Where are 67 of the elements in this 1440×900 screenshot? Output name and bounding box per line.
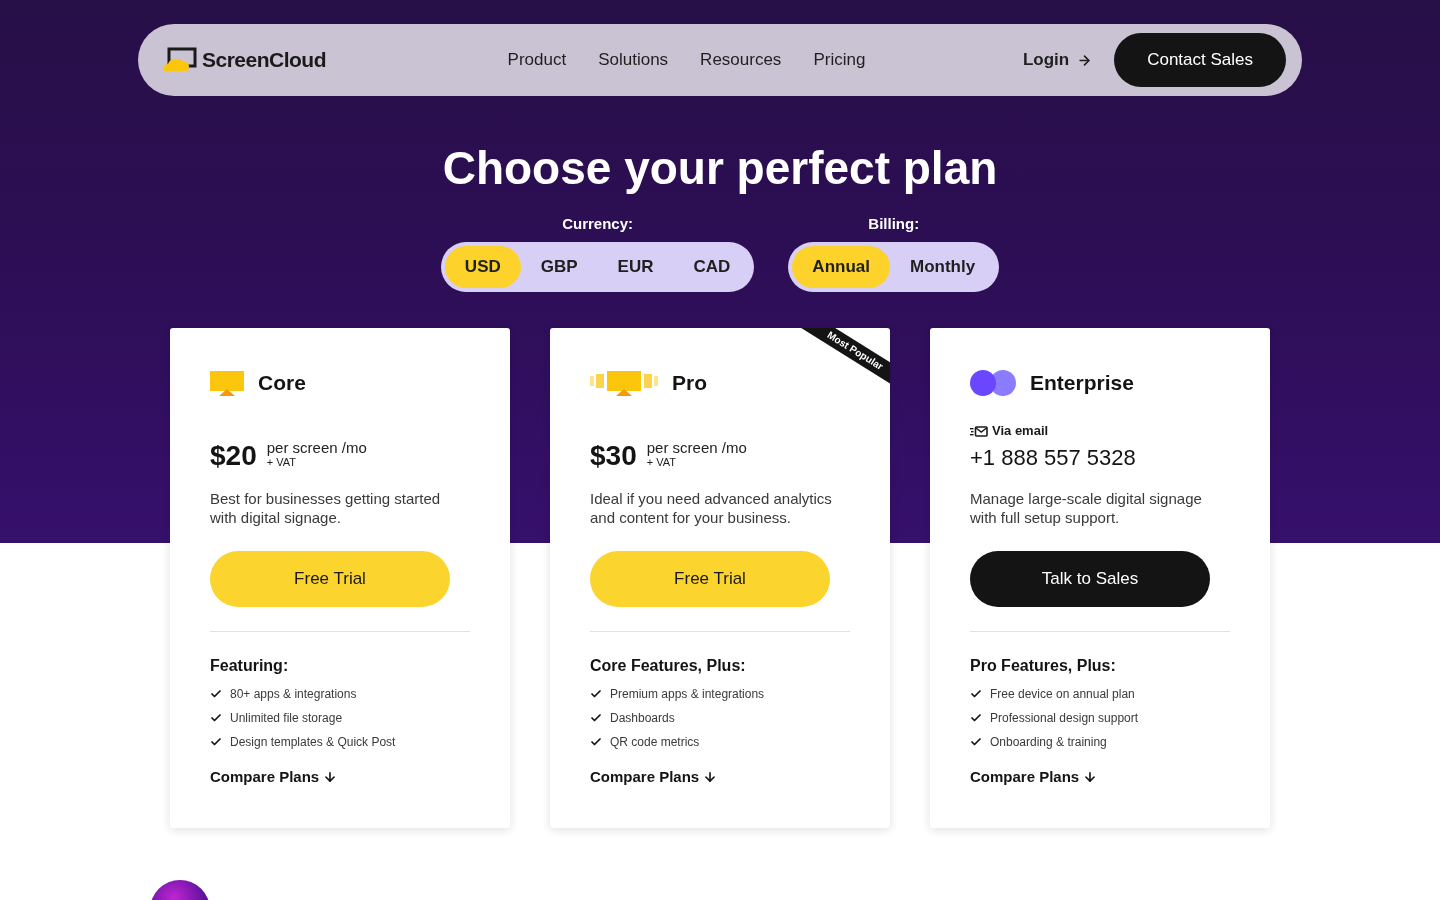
plan-name: Pro bbox=[672, 370, 707, 396]
sphere-graphic bbox=[150, 880, 210, 900]
feature-text: Premium apps & integrations bbox=[610, 686, 765, 702]
compare-plans-link[interactable]: Compare Plans bbox=[590, 767, 718, 787]
toggle-label: Billing: bbox=[868, 214, 920, 234]
phone-number: +1 888 557 5328 bbox=[970, 445, 1137, 471]
tax-note: + VAT bbox=[646, 456, 677, 469]
arrow-down-icon bbox=[323, 770, 338, 784]
logo-text: ScreenCloud bbox=[202, 47, 327, 74]
toggle-option[interactable]: USD bbox=[444, 246, 521, 288]
feature-text: Dashboards bbox=[610, 710, 675, 726]
feature-text: Onboarding & training bbox=[990, 734, 1107, 750]
feature-text: Professional design support bbox=[990, 710, 1139, 726]
features-heading: Pro Features, Plus: bbox=[970, 656, 1117, 676]
check-icon bbox=[210, 736, 222, 748]
plan-description: Best for businesses getting started with digital signage. bbox=[210, 489, 442, 527]
screens-icon bbox=[590, 370, 658, 396]
nav-link[interactable]: Solutions bbox=[598, 47, 669, 73]
tax-note: + VAT bbox=[266, 456, 297, 469]
toggle-option[interactable]: GBP bbox=[520, 246, 598, 288]
feature-text: QR code metrics bbox=[610, 734, 700, 750]
feature-text: 80+ apps & integrations bbox=[230, 686, 357, 702]
check-icon bbox=[590, 712, 602, 724]
plan-price: $20 bbox=[210, 441, 257, 471]
price-unit: per screen /mo bbox=[266, 439, 367, 456]
plan-description: Manage large-scale digital signage with full setup support. bbox=[970, 489, 1203, 527]
price-unit: per screen /mo bbox=[646, 439, 747, 456]
plan-button[interactable]: Free Trial bbox=[210, 551, 450, 607]
check-icon bbox=[210, 712, 222, 724]
plan-name: Core bbox=[258, 370, 306, 396]
nav-link[interactable]: Resources bbox=[700, 47, 782, 73]
feature-text: Design templates & Quick Post bbox=[230, 734, 396, 750]
screen-icon bbox=[210, 370, 244, 396]
toggle-option[interactable]: CAD bbox=[673, 246, 751, 288]
contact-method: Via email bbox=[992, 423, 1049, 439]
toggle-option[interactable]: EUR bbox=[597, 246, 674, 288]
arrow-right-icon bbox=[1077, 52, 1093, 68]
check-icon bbox=[590, 736, 602, 748]
toggle-option[interactable]: Annual bbox=[792, 246, 890, 288]
check-icon bbox=[970, 736, 982, 748]
plan-name: Enterprise bbox=[1030, 370, 1134, 396]
feature-text: Free device on annual plan bbox=[990, 686, 1135, 702]
plan-button[interactable]: Talk to Sales bbox=[970, 551, 1210, 607]
toggle-option[interactable]: Monthly bbox=[889, 246, 996, 288]
feature-text: Unlimited file storage bbox=[230, 710, 343, 726]
plan-description: Ideal if you need advanced analytics and content for your business. bbox=[590, 489, 833, 527]
check-icon bbox=[970, 712, 982, 724]
plan-button[interactable]: Free Trial bbox=[590, 551, 830, 607]
login-link[interactable]: Login bbox=[1022, 47, 1093, 73]
nav-link[interactable]: Product bbox=[507, 47, 567, 73]
arrow-down-icon bbox=[1083, 770, 1098, 784]
page-title: Choose your perfect plan bbox=[441, 141, 999, 196]
check-icon bbox=[970, 688, 982, 700]
contact-sales-button[interactable]: Contact Sales bbox=[1114, 33, 1286, 87]
features-heading: Featuring: bbox=[210, 656, 290, 676]
overlapping-circles-icon bbox=[970, 370, 1016, 396]
toggle-label: Currency: bbox=[562, 214, 634, 234]
email-icon bbox=[970, 425, 988, 437]
check-icon bbox=[210, 688, 222, 700]
features-heading: Core Features, Plus: bbox=[590, 656, 747, 676]
compare-plans-link[interactable]: Compare Plans bbox=[970, 767, 1098, 787]
arrow-down-icon bbox=[703, 770, 718, 784]
nav-link[interactable]: Pricing bbox=[813, 47, 866, 73]
check-icon bbox=[590, 688, 602, 700]
logo-icon bbox=[162, 47, 198, 73]
compare-plans-link[interactable]: Compare Plans bbox=[210, 767, 338, 787]
plan-price: $30 bbox=[590, 441, 637, 471]
